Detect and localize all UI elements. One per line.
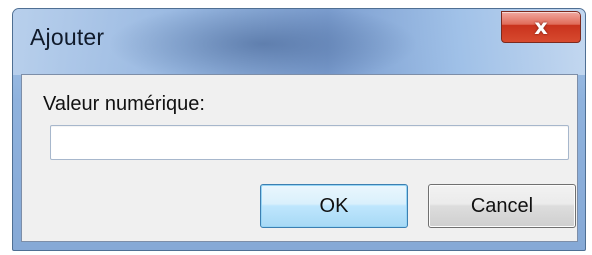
ok-button-label: OK [319, 194, 349, 217]
ok-button[interactable]: OK [260, 184, 408, 228]
window-title: Ajouter [30, 24, 105, 50]
close-icon: x [534, 14, 548, 39]
cancel-button[interactable]: Cancel [428, 184, 576, 228]
dialog-content: Valeur numérique: OK Cancel [21, 74, 578, 242]
cancel-button-label: Cancel [470, 194, 534, 217]
numeric-value-input[interactable] [50, 125, 569, 160]
dialog-window: Ajouter x Valeur numérique: OK Cancel [12, 8, 586, 251]
title-bar[interactable]: Ajouter x [13, 9, 585, 75]
close-button[interactable]: x [501, 11, 581, 43]
numeric-value-label: Valeur numérique: [43, 93, 205, 115]
